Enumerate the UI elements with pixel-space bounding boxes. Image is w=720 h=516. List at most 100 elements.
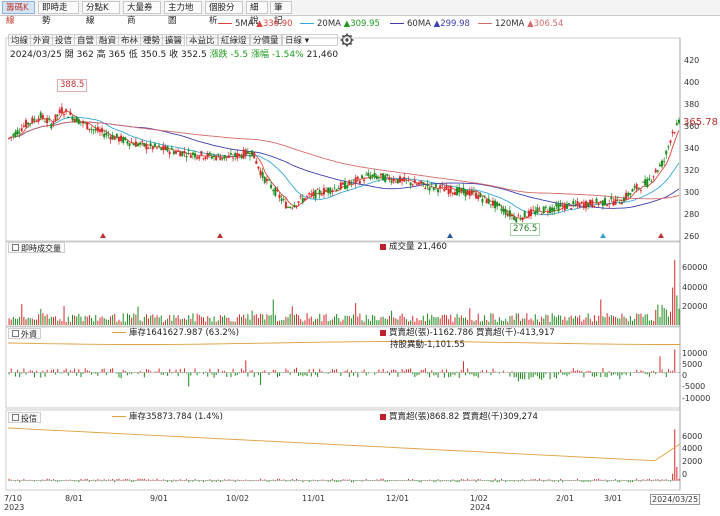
- volume-bar: [131, 317, 133, 325]
- trust-bar: [200, 480, 202, 481]
- volume-bar: [304, 320, 306, 325]
- candle-body: [181, 151, 184, 156]
- trust-bar: [653, 479, 655, 481]
- volume-bar: [522, 318, 524, 325]
- trust-bar: [249, 480, 251, 482]
- volume-bar: [276, 321, 278, 325]
- volume-bar: [253, 315, 255, 325]
- trust-bar: [59, 480, 61, 482]
- stock-chart[interactable]: [0, 0, 720, 516]
- candle-body: [489, 204, 492, 206]
- foreign-bar: [116, 372, 118, 374]
- volume-panel-label[interactable]: 即時成交量: [8, 242, 65, 253]
- volume-bar: [281, 320, 283, 325]
- volume-bar: [530, 318, 532, 325]
- foreign-bar: [25, 372, 27, 375]
- candle-body: [41, 115, 44, 119]
- foreign-bar: [539, 372, 541, 379]
- trust-bar: [665, 479, 667, 481]
- foreign-bar: [84, 368, 86, 373]
- volume-bar: [456, 313, 458, 325]
- trust-bar: [50, 480, 52, 482]
- candle-body: [352, 179, 355, 181]
- candle-body: [196, 156, 199, 159]
- foreign-buysell-text: 買賣超(張)-1162.786 買賣超(千)-413,917: [389, 328, 555, 338]
- candle-body: [511, 214, 513, 217]
- candle-body: [325, 190, 328, 191]
- volume-bar: [217, 320, 219, 325]
- foreign-bar: [401, 369, 403, 373]
- volume-bar: [657, 304, 659, 325]
- candle-body: [593, 205, 596, 208]
- trust-bar: [143, 478, 145, 481]
- volume-bar: [454, 317, 456, 325]
- candle-body: [73, 119, 76, 122]
- trust-bar: [454, 480, 456, 482]
- volume-bar: [648, 320, 650, 325]
- candle-body: [37, 118, 40, 122]
- trust-bar: [636, 478, 638, 481]
- trust-bar: [638, 480, 640, 482]
- trust-bar: [346, 479, 348, 481]
- volume-bar: [71, 314, 73, 325]
- volume-bar: [350, 318, 352, 325]
- volume-bar: [179, 319, 181, 325]
- trust-bar: [158, 480, 160, 481]
- trust-bar: [27, 480, 29, 481]
- foreign-bar: [55, 372, 57, 375]
- volume-bar: [549, 321, 551, 325]
- foreign-bar: [623, 372, 625, 374]
- x-tick: 1/02 2024: [470, 494, 491, 512]
- foreign-bar: [323, 372, 325, 374]
- candle-body: [240, 155, 243, 159]
- volume-bar: [562, 319, 564, 325]
- volume-bar: [606, 313, 608, 325]
- candle-body: [88, 128, 91, 130]
- trust-bar: [131, 480, 133, 482]
- trust-bar: [169, 480, 171, 481]
- trust-bar: [74, 480, 76, 482]
- foreign-bar: [365, 372, 367, 376]
- trust-bar: [222, 480, 224, 482]
- trust-bar: [44, 480, 46, 481]
- foreign-bar: [154, 371, 156, 373]
- volume-bar: [241, 317, 243, 325]
- foreign-bar: [405, 369, 407, 373]
- volume-bar: [171, 320, 173, 325]
- foreign-bar: [103, 368, 105, 373]
- candle-body: [639, 190, 642, 191]
- volume-bar: [359, 313, 361, 325]
- candle-body: [187, 150, 190, 152]
- candle-body: [60, 107, 63, 114]
- foreign-bar: [317, 372, 319, 377]
- foreign-bar: [581, 370, 583, 373]
- foreign-bar: [274, 370, 276, 373]
- volume-bar: [120, 321, 122, 325]
- volume-bar: [452, 321, 454, 325]
- volume-bar: [665, 309, 667, 325]
- trust-bar: [97, 479, 99, 481]
- trust-bar: [509, 480, 511, 482]
- volume-bar: [55, 316, 57, 325]
- trust-bar: [407, 478, 409, 481]
- volume-bar: [12, 316, 14, 325]
- trust-bar: [107, 479, 109, 481]
- volume-bar: [399, 315, 401, 325]
- foreign-bar: [300, 372, 302, 376]
- volume-bar: [492, 313, 494, 325]
- volume-bar: [422, 315, 424, 325]
- candle-body: [508, 210, 511, 217]
- volume-bar: [433, 316, 435, 325]
- foreign-bar: [403, 371, 405, 373]
- foreign-panel-label[interactable]: 外資: [8, 328, 41, 339]
- trust-bar: [14, 480, 16, 482]
- trust-panel-label[interactable]: 投信: [8, 412, 41, 423]
- volume-bar: [122, 313, 124, 325]
- candle-body: [675, 123, 678, 125]
- trust-bar: [621, 479, 623, 481]
- trust-bar: [644, 480, 646, 481]
- candle-body: [63, 114, 65, 116]
- volume-bar: [602, 316, 604, 325]
- volume-bar: [458, 317, 460, 325]
- foreign-bar: [528, 372, 530, 380]
